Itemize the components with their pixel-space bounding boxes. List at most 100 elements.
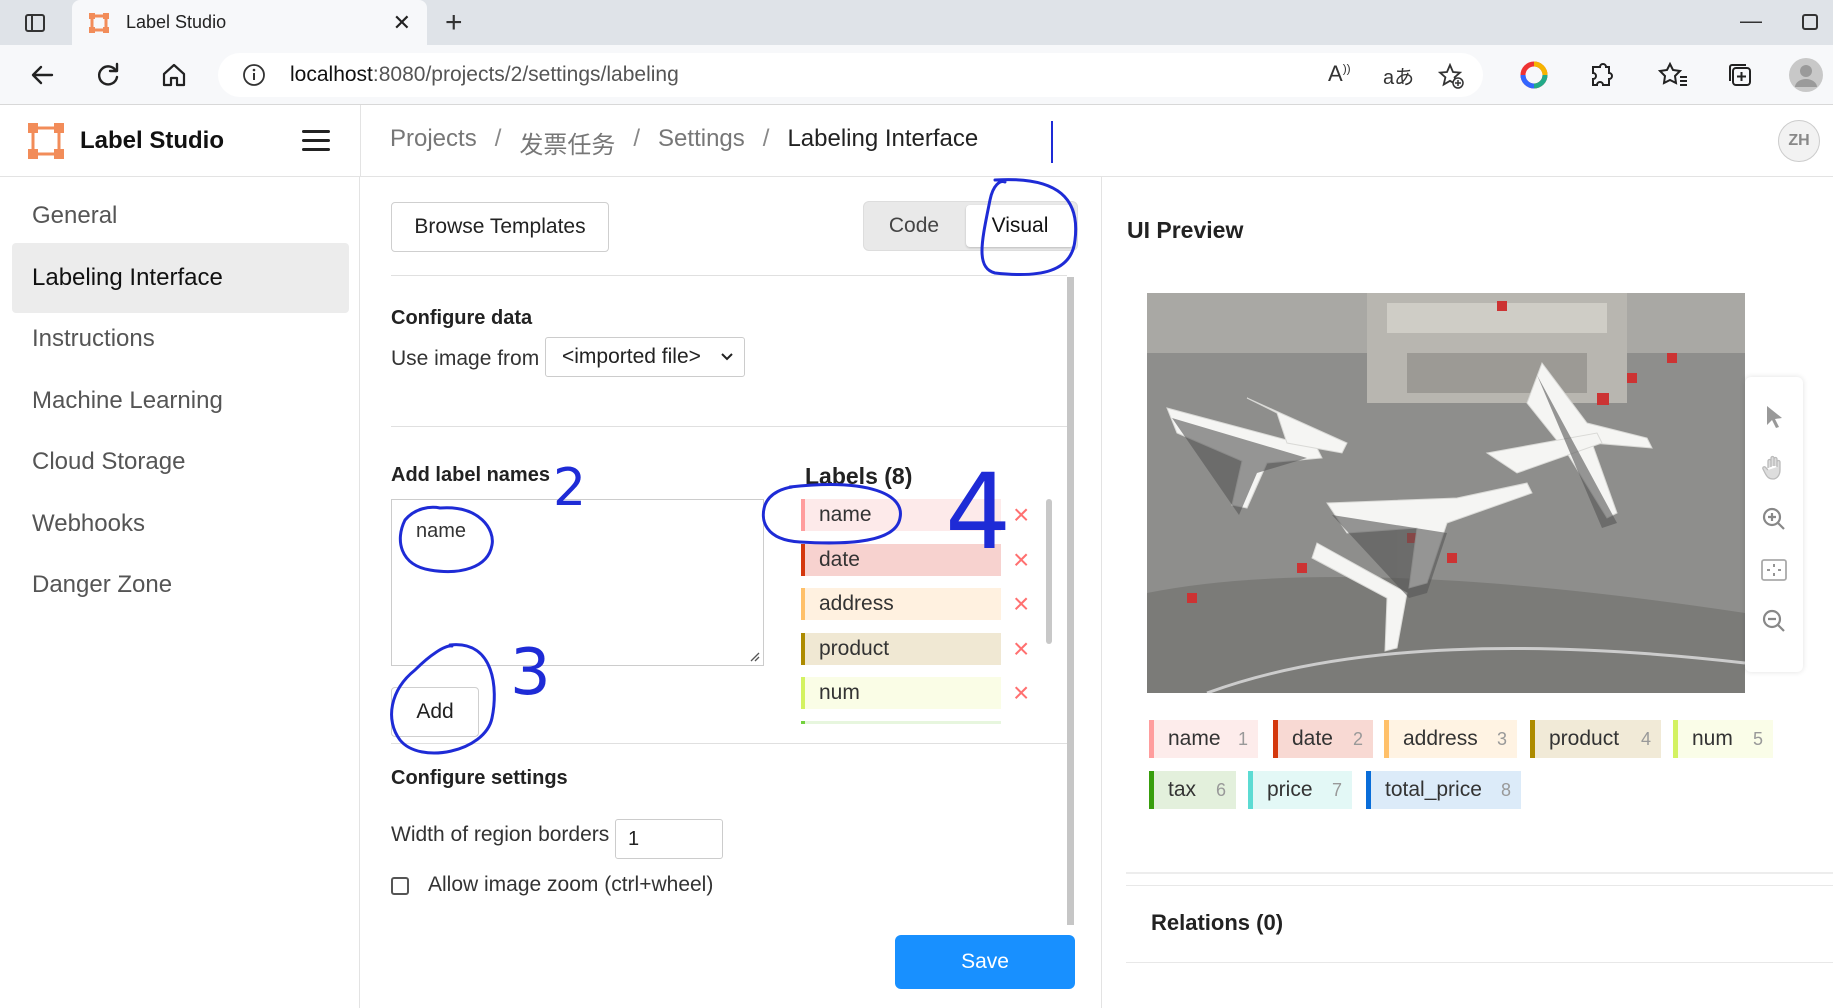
text-cursor <box>1051 121 1053 163</box>
label-names-textarea[interactable]: name <box>391 499 764 666</box>
breadcrumb: Projects / 发票任务 / Settings / Labeling In… <box>390 125 978 160</box>
minimize-icon[interactable]: — <box>1740 8 1762 34</box>
tab-code[interactable]: Code <box>864 202 964 250</box>
new-tab-icon[interactable]: + <box>445 6 463 40</box>
configure-data-title: Configure data <box>391 307 533 329</box>
close-tab-icon[interactable]: ✕ <box>393 10 411 36</box>
save-button[interactable]: Save <box>895 935 1075 989</box>
back-icon[interactable] <box>26 59 58 91</box>
sidebar-item-webhooks[interactable]: Webhooks <box>12 489 349 559</box>
restore-icon[interactable] <box>1800 12 1820 32</box>
profile-avatar-icon[interactable] <box>1788 57 1824 93</box>
remove-label-icon[interactable]: × <box>1013 588 1029 620</box>
relations-panel[interactable]: Relations (0) <box>1126 885 1833 963</box>
label-studio-logo-icon[interactable] <box>28 123 64 159</box>
use-image-from-label: Use image from <box>391 347 540 370</box>
labeling-config-editor: Browse Templates Code Visual Configure d… <box>361 177 1101 1008</box>
airport-aerial-image[interactable] <box>1147 293 1745 693</box>
sidebar-item-danger-zone[interactable]: Danger Zone <box>12 550 349 620</box>
settings-sidebar: General Labeling Interface Instructions … <box>0 177 360 1008</box>
region-border-label: Width of region borders <box>391 823 610 846</box>
add-favorite-icon[interactable] <box>1438 63 1464 89</box>
extensions-icon[interactable] <box>1585 59 1617 91</box>
fit-image-icon[interactable] <box>1759 555 1789 585</box>
pan-hand-icon[interactable] <box>1759 453 1789 483</box>
zoom-in-icon[interactable] <box>1759 504 1789 534</box>
image-source-select[interactable]: <imported file> <box>545 337 745 377</box>
home-icon[interactable] <box>158 59 190 91</box>
image-toolbar <box>1745 377 1803 672</box>
tab-actions-icon[interactable] <box>24 12 46 34</box>
favorites-icon[interactable] <box>1658 59 1690 91</box>
label-chip[interactable]: tax 6 <box>1149 771 1236 809</box>
breadcrumb-current: Labeling Interface <box>787 125 979 152</box>
translate-icon[interactable]: aあ <box>1383 61 1414 90</box>
app-header: Label Studio Projects / 发票任务 / Settings … <box>0 105 1833 177</box>
ui-preview-panel: UI Preview name 1 date 2 address 3 produ… <box>1101 177 1833 1008</box>
remove-label-icon[interactable]: × <box>1013 499 1029 531</box>
browse-templates-button[interactable]: Browse Templates <box>391 202 609 252</box>
relations-title: Relations (0) <box>1151 910 1284 935</box>
breadcrumb-separator: / <box>633 125 641 152</box>
zoom-out-icon[interactable] <box>1759 606 1789 636</box>
browser-tab[interactable]: Label Studio ✕ <box>72 0 427 45</box>
editor-mode-toggle: Code Visual <box>863 201 1078 251</box>
label-chip[interactable]: total_price 8 <box>1366 771 1521 809</box>
url-field[interactable]: localhost:8080/projects/2/settings/label… <box>218 53 1483 97</box>
sidebar-item-labeling-interface[interactable]: Labeling Interface <box>12 243 349 313</box>
preview-title: UI Preview <box>1127 217 1244 243</box>
extension-colorful-icon[interactable] <box>1518 59 1550 91</box>
label-chip[interactable]: product 4 <box>1530 720 1661 758</box>
configure-settings-title: Configure settings <box>391 767 568 789</box>
brand-name[interactable]: Label Studio <box>80 127 224 155</box>
collections-icon[interactable] <box>1724 59 1756 91</box>
reload-icon[interactable] <box>92 59 124 91</box>
image-zoom-label: Allow image zoom (ctrl+wheel) <box>428 873 714 896</box>
remove-label-icon[interactable]: × <box>1013 677 1029 709</box>
chevron-down-icon <box>721 353 733 361</box>
labels-scrollbar[interactable] <box>1046 499 1052 644</box>
label-item[interactable]: product <box>801 633 1001 665</box>
label-item[interactable]: num <box>801 677 1001 709</box>
site-info-icon[interactable] <box>242 63 266 87</box>
breadcrumb-project[interactable]: 发票任务 <box>519 125 615 160</box>
tab-visual[interactable]: Visual <box>966 205 1074 247</box>
sidebar-item-general[interactable]: General <box>12 181 349 251</box>
breadcrumb-projects[interactable]: Projects <box>390 125 477 160</box>
add-label-names-title: Add label names <box>391 464 550 486</box>
label-item[interactable]: date <box>801 544 1001 576</box>
label-chip[interactable]: price 7 <box>1248 771 1352 809</box>
sidebar-item-instructions[interactable]: Instructions <box>12 304 349 374</box>
label-chip[interactable]: name 1 <box>1149 720 1258 758</box>
add-label-button[interactable]: Add <box>391 687 479 737</box>
read-aloud-icon[interactable]: A)) <box>1328 61 1351 87</box>
remove-label-icon[interactable]: × <box>1013 544 1029 576</box>
label-item-partial <box>801 721 1001 724</box>
region-border-input[interactable]: 1 <box>615 819 723 859</box>
url-text: localhost:8080/projects/2/settings/label… <box>290 63 679 86</box>
sidebar-item-machine-learning[interactable]: Machine Learning <box>12 366 349 436</box>
textarea-value: name <box>416 520 467 542</box>
label-item[interactable]: name <box>801 499 1001 531</box>
image-zoom-checkbox[interactable] <box>391 877 409 895</box>
label-studio-favicon-icon <box>89 13 109 33</box>
user-avatar[interactable]: ZH <box>1778 120 1820 162</box>
breadcrumb-settings[interactable]: Settings <box>658 125 745 160</box>
editor-scrollbar[interactable] <box>1067 277 1074 925</box>
sidebar-item-cloud-storage[interactable]: Cloud Storage <box>12 427 349 497</box>
labels-count-title: Labels (8) <box>805 463 913 489</box>
labels-list: name × date × address × product × num × <box>801 499 1031 724</box>
label-item[interactable]: address <box>801 588 1001 620</box>
image-source-value: <imported file> <box>562 345 701 368</box>
menu-hamburger-icon[interactable] <box>302 130 330 152</box>
label-chip[interactable]: date 2 <box>1273 720 1373 758</box>
select-cursor-icon[interactable] <box>1759 402 1789 432</box>
address-bar-row: localhost:8080/projects/2/settings/label… <box>0 45 1833 105</box>
label-chip[interactable]: address 3 <box>1384 720 1517 758</box>
divider <box>391 743 1067 744</box>
label-chip[interactable]: num 5 <box>1673 720 1773 758</box>
header-divider <box>360 105 361 177</box>
browser-tab-bar: Label Studio ✕ + — <box>0 0 1833 45</box>
remove-label-icon[interactable]: × <box>1013 633 1029 665</box>
resize-handle-icon[interactable] <box>748 650 760 662</box>
